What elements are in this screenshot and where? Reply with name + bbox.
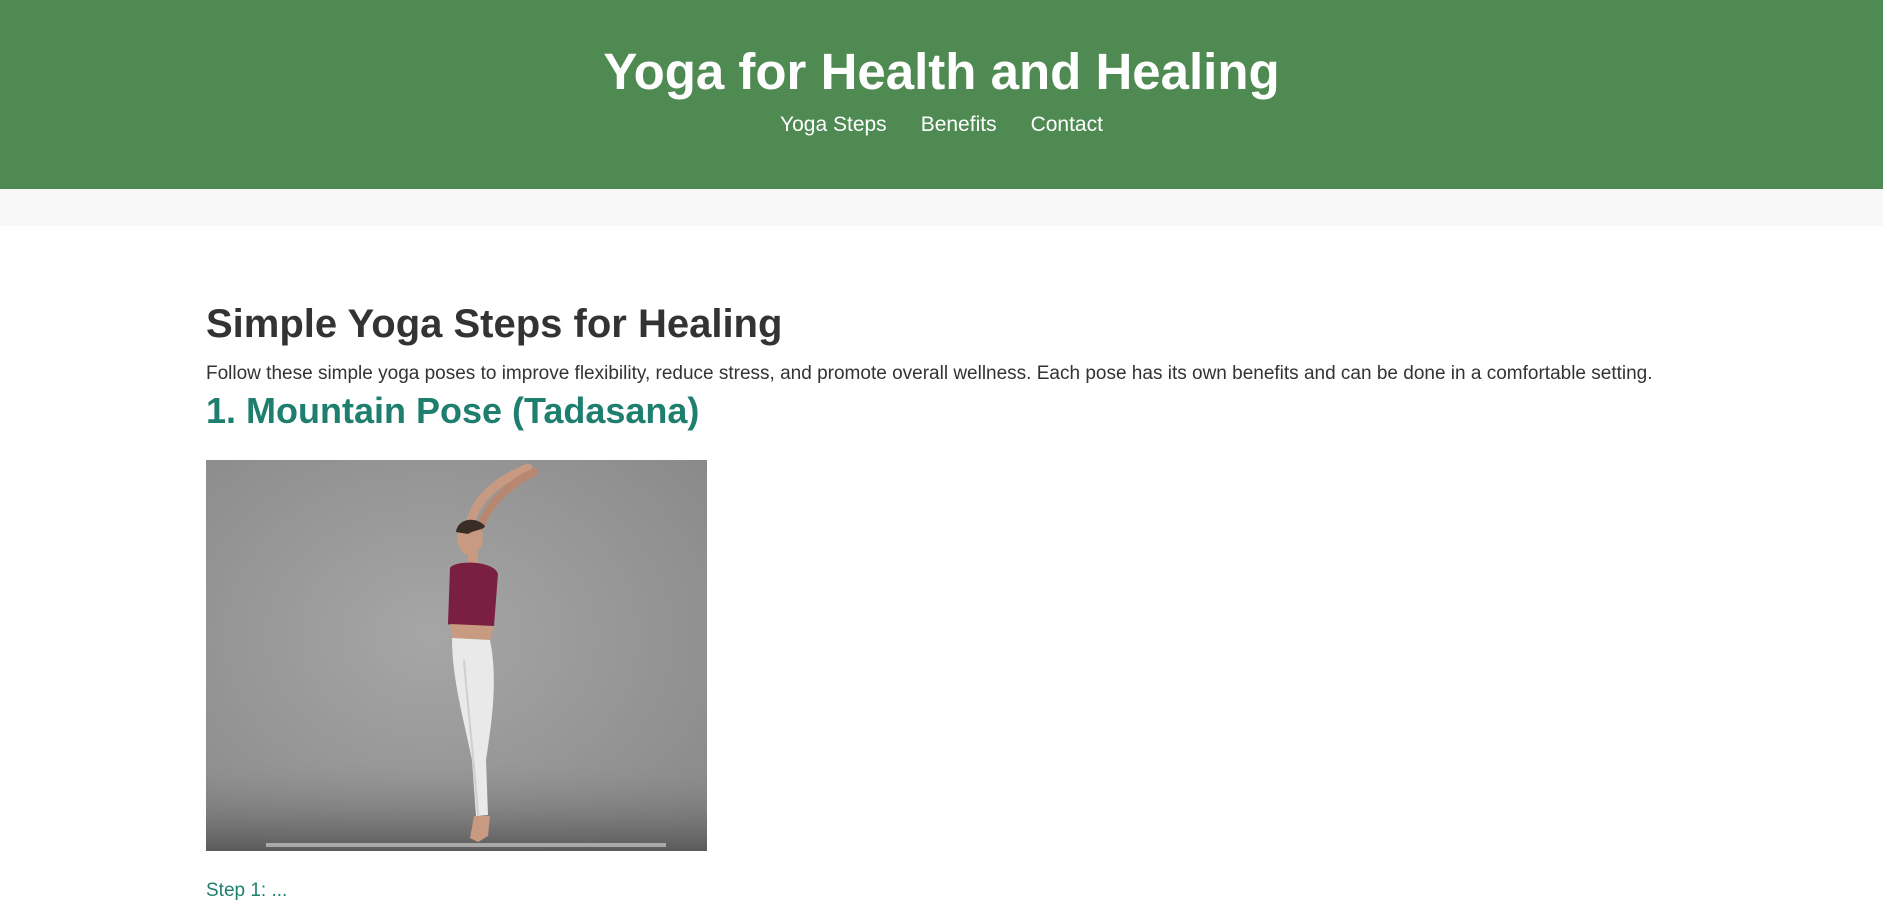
pose-title: 1. Mountain Pose (Tadasana) bbox=[206, 390, 700, 431]
mountain-pose-image bbox=[206, 460, 707, 851]
header-shadow-strip bbox=[0, 189, 1883, 226]
section-title: Simple Yoga Steps for Healing bbox=[206, 302, 783, 346]
intro-paragraph: Follow these simple yoga poses to improv… bbox=[206, 363, 1653, 384]
yoga-pose-icon bbox=[206, 460, 707, 851]
main-content: Simple Yoga Steps for Healing Follow the… bbox=[206, 296, 1676, 902]
step-link[interactable]: Step 1: ... bbox=[206, 879, 1676, 902]
nav-link-contact[interactable]: Contact bbox=[1031, 110, 1103, 140]
site-header: Yoga for Health and Healing Yoga Steps B… bbox=[0, 0, 1883, 189]
nav-link-yoga-steps[interactable]: Yoga Steps bbox=[780, 110, 887, 140]
page: Yoga for Health and Healing Yoga Steps B… bbox=[0, 0, 1887, 909]
main-nav: Yoga Steps Benefits Contact bbox=[0, 110, 1883, 140]
nav-link-benefits[interactable]: Benefits bbox=[921, 110, 997, 140]
site-title: Yoga for Health and Healing bbox=[603, 43, 1280, 100]
